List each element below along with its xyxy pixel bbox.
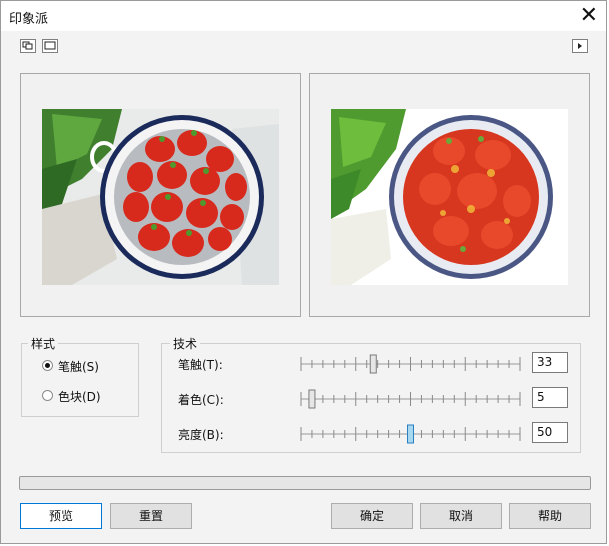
single-preview-icon[interactable] <box>42 39 58 53</box>
style-group-legend: 样式 <box>28 335 59 352</box>
radio-color-block-label: 色块(D) <box>58 390 101 404</box>
slider-thumb <box>407 424 414 444</box>
radio-brush-stroke-label: 笔触(S) <box>58 360 99 374</box>
stroke-slider[interactable] <box>297 354 524 374</box>
close-icon[interactable]: ✕ <box>580 3 598 29</box>
technique-group-legend: 技术 <box>170 335 201 352</box>
color-slider-label: 着色(C): <box>178 393 224 407</box>
radio-dot[interactable] <box>42 360 53 371</box>
brightness-slider-label: 亮度(B): <box>178 428 224 442</box>
result-image <box>331 109 568 285</box>
expand-arrow-icon[interactable] <box>572 39 588 53</box>
slider-thumb <box>308 389 316 409</box>
progress-bar <box>19 476 591 490</box>
stroke-value-field[interactable]: 33 <box>532 352 568 373</box>
technique-group: 技术 笔触(T): 33 着色(C): 5 亮度(B): 50 <box>161 335 581 453</box>
style-group: 样式 笔触(S) 色块(D) <box>21 335 139 417</box>
dialog-title: 印象派 <box>9 12 49 27</box>
impressionist-dialog: 印象派 ✕ 样式 笔触(S) 色块(D) 技术 笔触(T): 33 着色(C):… <box>0 0 607 544</box>
brightness-slider[interactable] <box>297 424 524 444</box>
help-button[interactable]: 帮助 <box>509 503 591 529</box>
cancel-button[interactable]: 取消 <box>420 503 502 529</box>
reset-button[interactable]: 重置 <box>110 503 192 529</box>
radio-dot[interactable] <box>42 390 53 401</box>
color-value-field[interactable]: 5 <box>532 387 568 408</box>
stroke-slider-label: 笔触(T): <box>178 358 223 372</box>
preview-button[interactable]: 预览 <box>20 503 102 529</box>
ok-button[interactable]: 确定 <box>331 503 413 529</box>
slider-thumb <box>369 354 377 374</box>
original-image <box>42 109 279 285</box>
original-preview-panel <box>20 73 301 317</box>
dual-preview-icon[interactable] <box>20 39 36 53</box>
color-slider[interactable] <box>297 389 524 409</box>
title-bar: 印象派 ✕ <box>1 1 606 31</box>
brightness-value-field[interactable]: 50 <box>532 422 568 443</box>
result-preview-panel <box>309 73 590 317</box>
